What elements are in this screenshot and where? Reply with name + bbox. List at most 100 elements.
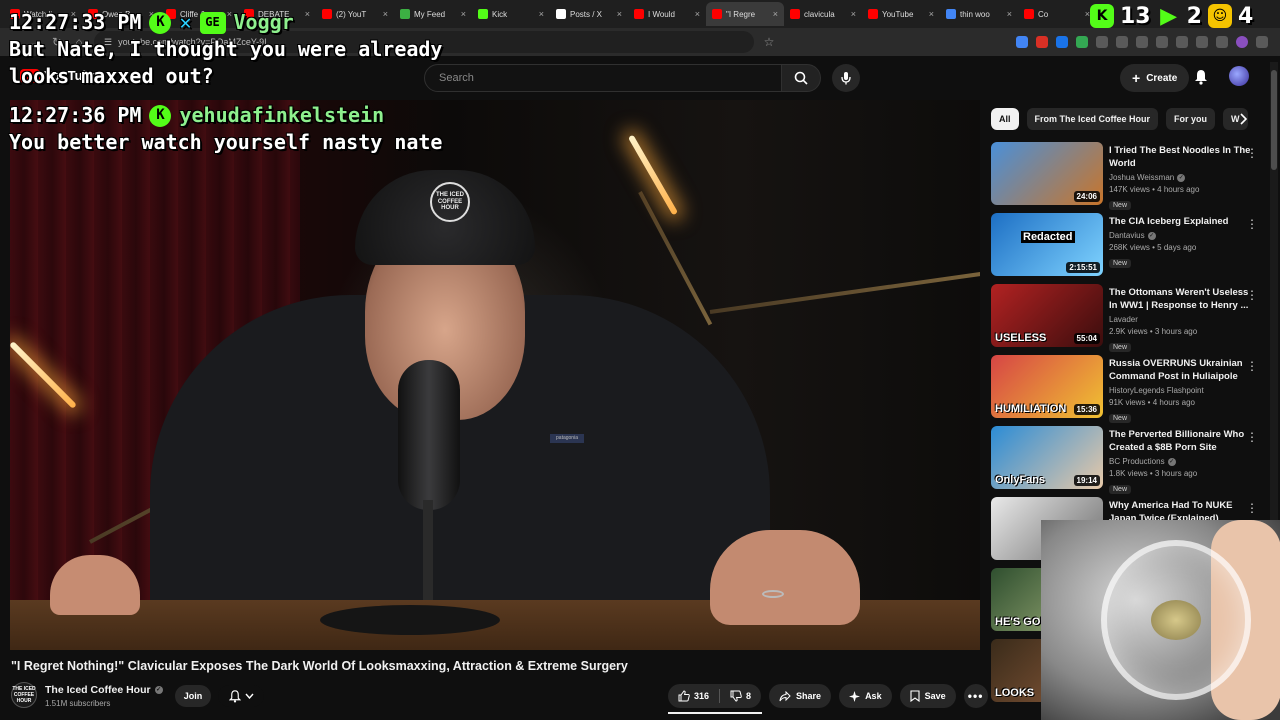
video-frame-lamp	[627, 134, 679, 216]
tab-close-icon[interactable]: ×	[773, 9, 778, 19]
more-actions-button[interactable]: •••	[963, 684, 988, 708]
channel-avatar[interactable]: THE ICED COFFEE HOUR	[11, 682, 37, 708]
recommendation-channel-name[interactable]: Lavader	[1109, 315, 1138, 324]
video-thumbnail[interactable]: 24:06	[991, 142, 1103, 205]
channel-name-row[interactable]: The Iced Coffee Hour ✓	[45, 684, 163, 696]
recommendation-title[interactable]: The Perverted Billionaire Who Created a …	[1109, 428, 1252, 454]
tab-close-icon[interactable]: ×	[539, 9, 544, 19]
filter-chip[interactable]: All	[991, 108, 1019, 130]
browser-tab[interactable]: Kick ×	[472, 2, 550, 26]
join-button[interactable]: Join	[175, 685, 211, 707]
extension-icon[interactable]	[1156, 36, 1168, 48]
video-duration: 2:15:51	[1066, 262, 1100, 273]
channel-name[interactable]: The Iced Coffee Hour	[45, 684, 151, 696]
save-button[interactable]: Save	[899, 684, 956, 708]
browser-tab[interactable]: YouTube ×	[862, 2, 940, 26]
ask-label: Ask	[865, 691, 882, 701]
browser-tab[interactable]: thin woo ×	[940, 2, 1018, 26]
plus-icon: +	[1132, 70, 1141, 86]
chat-message-header: 12:27:36 PM Kyehudafinkelstein	[9, 102, 479, 129]
recommendation-channel[interactable]: BC Productions ✓	[1109, 457, 1252, 466]
chevron-right-icon	[1240, 113, 1247, 125]
recommendation-channel-name[interactable]: BC Productions	[1109, 457, 1165, 466]
scrollbar-thumb[interactable]	[1271, 70, 1277, 170]
extension-icon[interactable]	[1036, 36, 1048, 48]
browser-tab[interactable]: Posts / X ×	[550, 2, 628, 26]
recommendation-channel[interactable]: Lavader	[1109, 315, 1252, 324]
dislike-button[interactable]: 8	[720, 684, 761, 708]
tab-close-icon[interactable]: ×	[617, 9, 622, 19]
video-player[interactable]: THE ICED COFFEE HOUR patagonia	[10, 100, 980, 650]
video-thumbnail[interactable]: Redacted 2:15:51	[991, 213, 1103, 276]
chevron-down-icon	[244, 693, 254, 699]
share-icon	[779, 690, 791, 701]
more-vertical-icon[interactable]: ⋮	[1246, 359, 1258, 373]
recommendation-channel-name[interactable]: Dantavius	[1109, 231, 1145, 240]
filter-chip[interactable]: From The Iced Coffee Hour	[1026, 108, 1159, 130]
streamer-webcam-overlay	[1041, 520, 1280, 720]
puzzle-icon[interactable]	[1116, 36, 1128, 48]
sidebar-icon[interactable]	[1196, 36, 1208, 48]
browser-tab[interactable]: I Would ×	[628, 2, 706, 26]
more-vertical-icon[interactable]: ⋮	[1246, 430, 1258, 444]
recommendation-item[interactable]: 24:06 I Tried The Best Noodles In The Wor…	[991, 142, 1266, 213]
bookmark-star-icon[interactable]: ☆	[762, 35, 776, 49]
code-icon[interactable]	[1176, 36, 1188, 48]
profile-icon[interactable]	[1236, 36, 1248, 48]
like-button[interactable]: 316	[668, 684, 719, 708]
extension-icon[interactable]	[1056, 36, 1068, 48]
recommendation-title[interactable]: Russia OVERRUNS Ukrainian Command Post i…	[1109, 357, 1252, 383]
video-thumbnail[interactable]: HUMILIATION 15:36	[991, 355, 1103, 418]
chips-next-button[interactable]	[1234, 110, 1252, 128]
extension-icon[interactable]	[1016, 36, 1028, 48]
recommendation-item[interactable]: USELESS 55:04 The Ottomans Weren't Useless…	[991, 284, 1266, 355]
video-frame-hand	[710, 530, 860, 625]
mic-icon	[841, 72, 851, 85]
recommendation-item[interactable]: Redacted 2:15:51 The CIA Iceberg Explained…	[991, 213, 1266, 284]
more-vertical-icon[interactable]: ⋮	[1246, 501, 1258, 515]
menu-dots-icon[interactable]	[1256, 36, 1268, 48]
recommendation-channel-name[interactable]: HistoryLegends Flashpoint	[1109, 386, 1204, 395]
history-icon[interactable]	[1136, 36, 1148, 48]
subscription-bell-button[interactable]	[218, 685, 264, 707]
browser-tab[interactable]: Co ×	[1018, 2, 1096, 26]
more-vertical-icon[interactable]: ⋮	[1246, 288, 1258, 302]
tab-close-icon[interactable]: ×	[851, 9, 856, 19]
recommendation-channel[interactable]: Dantavius ✓	[1109, 231, 1252, 240]
recommendation-stats: 91K views • 4 hours ago	[1109, 398, 1195, 407]
share-button[interactable]: Share	[769, 684, 832, 708]
extension-icon[interactable]	[1096, 36, 1108, 48]
voice-search-button[interactable]	[832, 64, 860, 92]
filter-chip[interactable]: For you	[1166, 108, 1216, 130]
tab-close-icon[interactable]: ×	[695, 9, 700, 19]
tab-close-icon[interactable]: ×	[1007, 9, 1012, 19]
recommendation-channel[interactable]: Joshua Weissman ✓	[1109, 173, 1252, 182]
tab-favicon-icon	[946, 9, 956, 19]
more-vertical-icon[interactable]: ⋮	[1246, 146, 1258, 160]
browser-tab[interactable]: clavicula ×	[784, 2, 862, 26]
recommendation-title[interactable]: I Tried The Best Noodles In The World	[1109, 144, 1252, 170]
kick-icon: K	[1090, 4, 1114, 28]
video-thumbnail[interactable]: USELESS 55:04	[991, 284, 1103, 347]
download-icon[interactable]	[1216, 36, 1228, 48]
more-vertical-icon[interactable]: ⋮	[1246, 217, 1258, 231]
extension-icon[interactable]	[1076, 36, 1088, 48]
ask-button[interactable]: Ask	[839, 684, 892, 708]
recommendation-chips: All From The Iced Coffee Hour For you W	[991, 108, 1261, 130]
recommendation-channel-name[interactable]: Joshua Weissman	[1109, 173, 1174, 182]
recommendation-item[interactable]: HUMILIATION 15:36 Russia OVERRUNS Ukrainia…	[991, 355, 1266, 426]
create-button[interactable]: + Create	[1120, 64, 1190, 92]
search-button[interactable]	[781, 64, 821, 92]
like-progress-underline	[668, 712, 762, 714]
account-avatar[interactable]	[1229, 66, 1249, 86]
recommendation-title[interactable]: The Ottomans Weren't Useless In WW1 | Re…	[1109, 286, 1252, 312]
video-actions: 316 8 Share Ask Save •••	[668, 684, 988, 708]
recommendation-title[interactable]: The CIA Iceberg Explained	[1109, 215, 1252, 228]
tab-close-icon[interactable]: ×	[929, 9, 934, 19]
recommendation-channel[interactable]: HistoryLegends Flashpoint	[1109, 386, 1252, 395]
emoji-face-icon: ☺	[1207, 4, 1232, 28]
notifications-button[interactable]	[1192, 68, 1210, 86]
recommendation-item[interactable]: OnlyFans 19:14 The Perverted Billionaire W…	[991, 426, 1266, 497]
video-thumbnail[interactable]: OnlyFans 19:14	[991, 426, 1103, 489]
browser-tab[interactable]: "I Regre ×	[706, 2, 784, 26]
